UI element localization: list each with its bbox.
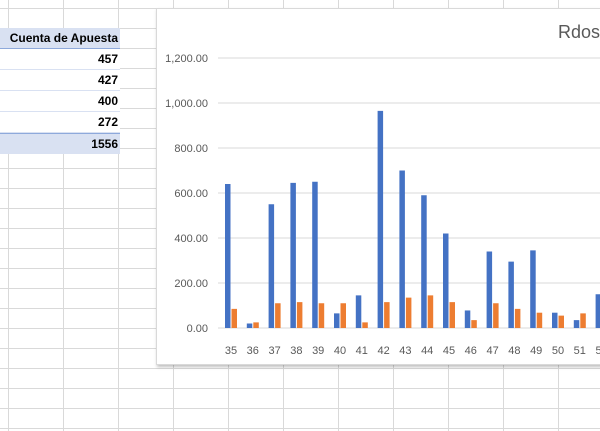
bar: [573, 320, 580, 328]
bar: [355, 295, 362, 328]
bar: [318, 303, 325, 328]
bar: [384, 302, 390, 328]
bar: [399, 170, 405, 328]
x-tick-label: 41: [356, 345, 368, 357]
y-tick-label: 1,200.00: [165, 53, 208, 65]
x-tick-label: 48: [508, 345, 520, 357]
bar: [449, 302, 455, 328]
bar: [464, 310, 471, 328]
x-tick-label: 52: [595, 345, 600, 357]
x-tick-label: 42: [377, 345, 389, 357]
bar: [290, 182, 296, 328]
bar: [231, 308, 237, 328]
bar: [443, 233, 449, 328]
bar: [427, 295, 434, 328]
bar: [253, 322, 259, 328]
bar: [514, 308, 521, 328]
bar: [405, 297, 412, 328]
bar: [421, 195, 427, 328]
bar: [508, 261, 514, 328]
x-tick-label: 40: [334, 345, 346, 357]
x-tick-label: 47: [486, 345, 498, 357]
bar: [377, 110, 384, 328]
bar: [486, 251, 493, 328]
bar: [225, 184, 231, 328]
bar: [493, 303, 499, 328]
y-tick-label: 400.00: [174, 233, 208, 245]
x-tick-label: 39: [312, 345, 324, 357]
bar: [340, 303, 346, 328]
bar: [296, 302, 303, 328]
bar: [580, 313, 586, 328]
x-tick-label: 37: [268, 345, 280, 357]
bar-chart: 0.00 200.00 400.00 600.00 800.00 1,000.00 1,20…: [165, 53, 600, 357]
bar: [268, 204, 275, 328]
bar: [246, 323, 253, 328]
x-tick-label: 45: [443, 345, 455, 357]
bar: [595, 294, 600, 328]
x-tick-label: 38: [290, 345, 302, 357]
bar: [536, 312, 543, 328]
x-tick-label: 35: [225, 345, 237, 357]
bar: [312, 181, 318, 328]
y-tick-label: 600.00: [174, 188, 208, 200]
x-tick-label: 36: [247, 345, 259, 357]
bar: [334, 313, 340, 328]
x-tick-label: 51: [574, 345, 586, 357]
x-tick-label: 43: [399, 345, 411, 357]
x-tick-label: 50: [552, 345, 564, 357]
x-tick-label: 46: [465, 345, 477, 357]
y-tick-label: 0.00: [187, 323, 208, 335]
y-tick-label: 200.00: [174, 278, 208, 290]
y-tick-label: 1,000.00: [165, 98, 208, 110]
x-tick-label: 49: [530, 345, 542, 357]
bar: [275, 303, 281, 328]
bar: [558, 315, 564, 328]
bar: [552, 312, 558, 328]
bar: [362, 322, 368, 328]
bar: [530, 250, 536, 328]
x-tick-label: 44: [421, 345, 433, 357]
y-tick-label: 800.00: [174, 143, 208, 155]
bar: [471, 320, 477, 328]
